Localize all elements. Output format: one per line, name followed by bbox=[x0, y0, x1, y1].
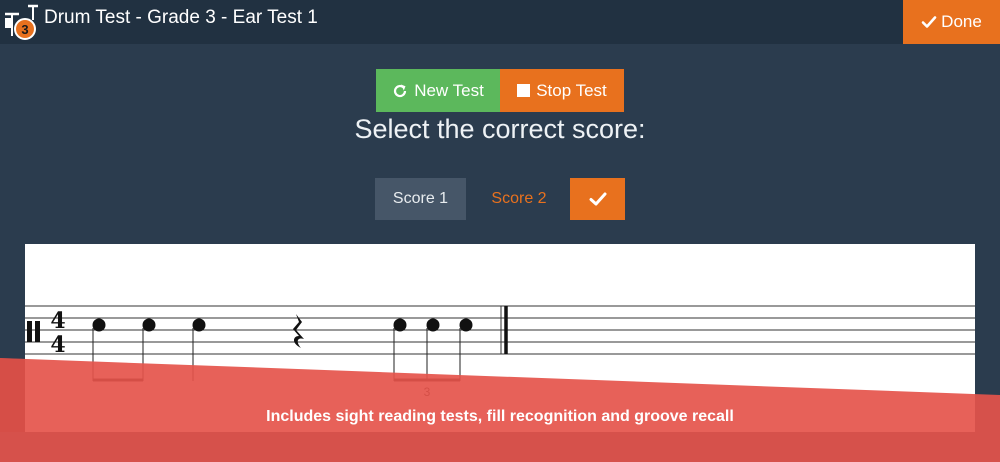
quarter-rest bbox=[293, 314, 304, 348]
checkmark-icon bbox=[921, 16, 937, 28]
note bbox=[192, 318, 206, 332]
checkmark-icon bbox=[589, 192, 606, 206]
note bbox=[459, 318, 473, 332]
note bbox=[92, 318, 106, 332]
time-signature-bottom: 4 bbox=[50, 332, 65, 358]
score-sheet: 4 4 3 bbox=[25, 244, 975, 432]
drum-notation: 4 4 3 bbox=[25, 305, 975, 399]
done-label: Done bbox=[941, 12, 982, 31]
score-1-option[interactable]: Score 1 bbox=[375, 178, 466, 220]
drum-kit-icon: 3 bbox=[5, 4, 38, 40]
refresh-icon bbox=[394, 84, 407, 97]
confirm-answer-button[interactable] bbox=[570, 178, 625, 220]
score-2-option[interactable]: Score 2 bbox=[474, 178, 564, 220]
done-button[interactable]: Done bbox=[903, 0, 1000, 44]
staff-lines bbox=[25, 305, 975, 355]
question-prompt: Select the correct score: bbox=[354, 114, 646, 144]
percussion-clef bbox=[27, 321, 32, 342]
tuplet-label: 3 bbox=[424, 385, 431, 399]
stop-square-icon bbox=[517, 84, 531, 97]
new-test-button[interactable]: New Test bbox=[376, 69, 500, 112]
top-bar: 3 Drum Test - Grade 3 - Ear Test 1 Done bbox=[0, 0, 1000, 44]
stop-test-label: Stop Test bbox=[536, 80, 607, 100]
note bbox=[393, 318, 407, 332]
note bbox=[426, 318, 440, 332]
logo-badge-number: 3 bbox=[21, 22, 28, 37]
time-signature-top: 4 bbox=[50, 308, 65, 334]
new-test-label: New Test bbox=[414, 80, 484, 100]
page-title: Drum Test - Grade 3 - Ear Test 1 bbox=[44, 7, 318, 28]
promo-banner-text: Includes sight reading tests, fill recog… bbox=[266, 408, 734, 425]
note bbox=[142, 318, 156, 332]
stop-test-button[interactable]: Stop Test bbox=[500, 69, 624, 112]
